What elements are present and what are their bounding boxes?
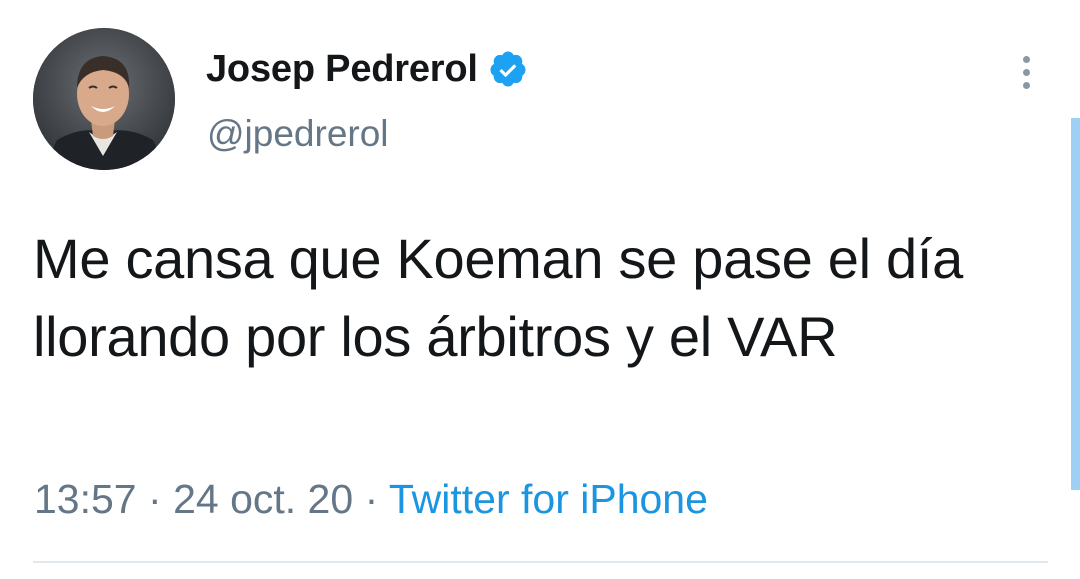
meta-separator: · bbox=[364, 476, 379, 522]
more-vertical-icon[interactable] bbox=[1010, 52, 1044, 92]
meta-separator: · bbox=[148, 476, 162, 522]
tweet-detail: Josep Pedrerol @jpedrerol Me cansa que K… bbox=[0, 0, 1080, 579]
divider bbox=[33, 561, 1048, 563]
display-name[interactable]: Josep Pedrerol bbox=[206, 48, 478, 91]
verified-badge-icon bbox=[490, 51, 526, 87]
tweet-time: 13:57 bbox=[34, 476, 137, 522]
display-name-row: Josep Pedrerol bbox=[206, 44, 528, 94]
tweet-text: Me cansa que Koeman se pase el día llora… bbox=[33, 227, 963, 368]
scrollbar[interactable] bbox=[1071, 118, 1080, 490]
avatar[interactable] bbox=[33, 28, 175, 170]
user-handle[interactable]: @jpedrerol bbox=[207, 113, 389, 155]
profile-photo-icon bbox=[33, 28, 175, 170]
tweet-source-link[interactable]: Twitter for iPhone bbox=[389, 476, 708, 522]
tweet-meta: 13:57 · 24 oct. 20 · Twitter for iPhone bbox=[34, 476, 708, 523]
tweet-date: 24 oct. 20 bbox=[173, 476, 354, 522]
